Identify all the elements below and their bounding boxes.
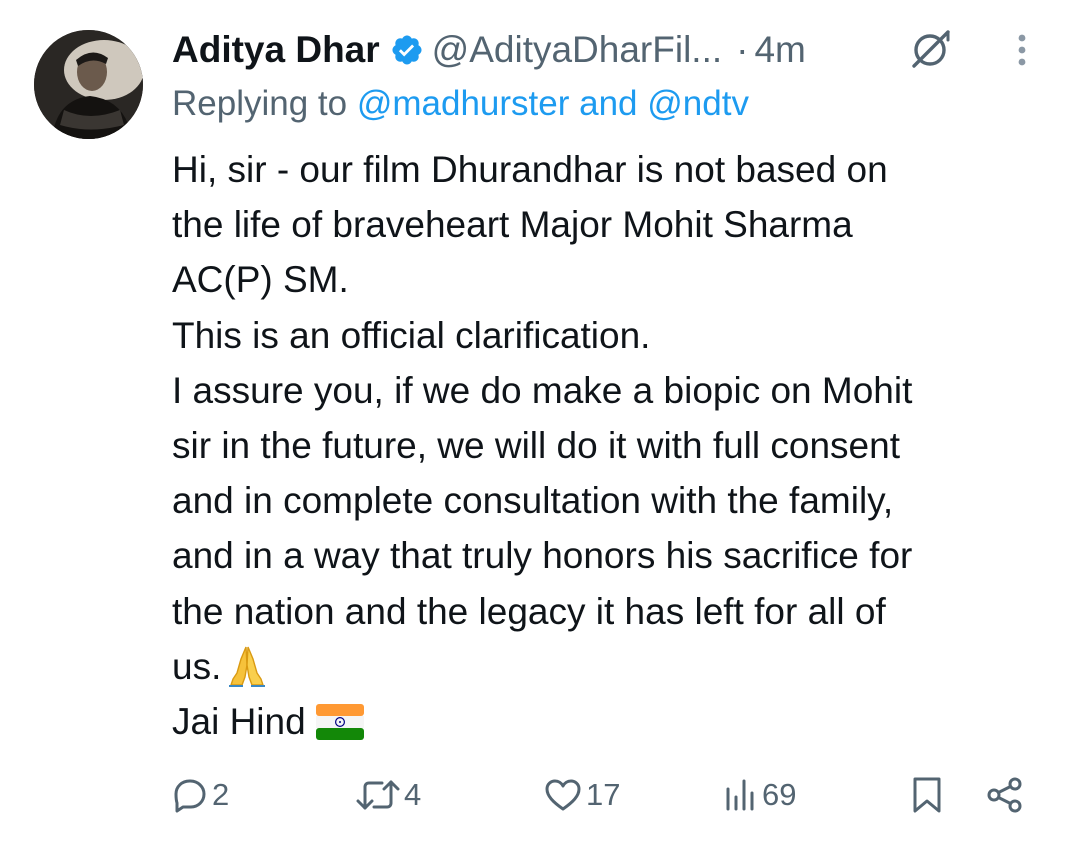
tweet-line: us.	[172, 645, 222, 687]
repost-count: 4	[404, 777, 422, 812]
like-count: 17	[586, 777, 621, 812]
tweet-line: AC(P) SM.	[172, 259, 349, 301]
tweet-line: Jai Hind	[172, 701, 306, 743]
india-flag-icon	[315, 700, 364, 741]
mention-conjunction: and	[579, 84, 638, 123]
tweet-line-with-emoji: us.	[172, 639, 1042, 694]
views-button[interactable]: 69	[722, 770, 796, 820]
tweet-line: and in complete consultation with the fa…	[172, 480, 894, 522]
avatar[interactable]	[34, 30, 143, 139]
folded-hands-emoji-icon	[227, 643, 267, 687]
avatar-photo	[34, 30, 143, 139]
tweet-line: the life of braveheart Major Mohit Sharm…	[172, 204, 853, 246]
bookmark-button[interactable]	[910, 770, 944, 820]
tweet-line: This is an official clarification.	[172, 314, 651, 356]
replying-to: Replying to @madhurster and @ndtv	[172, 84, 749, 124]
tweet-line: Hi, sir - our film Dhurandhar is not bas…	[172, 149, 888, 190]
share-icon	[987, 777, 1022, 813]
replying-to-label: Replying to	[172, 84, 348, 123]
repost-button[interactable]: 4	[356, 770, 421, 820]
views-icon	[726, 779, 754, 811]
tweet-line: the nation and the legacy it has left fo…	[172, 590, 886, 632]
like-button[interactable]: 17	[544, 770, 620, 820]
tweet-header: Aditya Dhar @AdityaDharFil... · 4m	[172, 22, 1050, 78]
tweet-line-with-flag: Jai Hind	[172, 694, 1042, 749]
views-count: 69	[762, 777, 797, 812]
mention-ndtv[interactable]: @ndtv	[647, 84, 749, 123]
tweet-text: Hi, sir - our film Dhurandhar is not bas…	[172, 142, 1042, 749]
tweet-actions: 2 4 17 69	[172, 770, 1032, 820]
verified-badge-icon	[390, 33, 424, 67]
more-icon[interactable]	[1012, 30, 1032, 70]
reply-count: 2	[212, 777, 230, 812]
reply-icon	[174, 779, 206, 813]
tweet-line: sir in the future, we will do it with fu…	[172, 425, 900, 467]
share-button[interactable]	[986, 770, 1024, 820]
separator-dot: ·	[736, 29, 749, 70]
tweet-line: I assure you, if we do make a biopic on …	[172, 369, 913, 411]
grok-icon[interactable]	[908, 26, 954, 72]
tweet-line: and in a way that truly honors his sacri…	[172, 535, 913, 577]
author-name[interactable]: Aditya Dhar	[172, 29, 380, 71]
like-icon	[545, 779, 581, 811]
mention-madhurster[interactable]: @madhurster	[357, 84, 570, 123]
timestamp[interactable]: 4m	[754, 29, 805, 71]
bookmark-icon	[913, 777, 941, 813]
author-handle[interactable]: @AdityaDharFil...	[432, 29, 722, 71]
repost-icon	[356, 780, 400, 810]
reply-button[interactable]: 2	[172, 770, 229, 820]
